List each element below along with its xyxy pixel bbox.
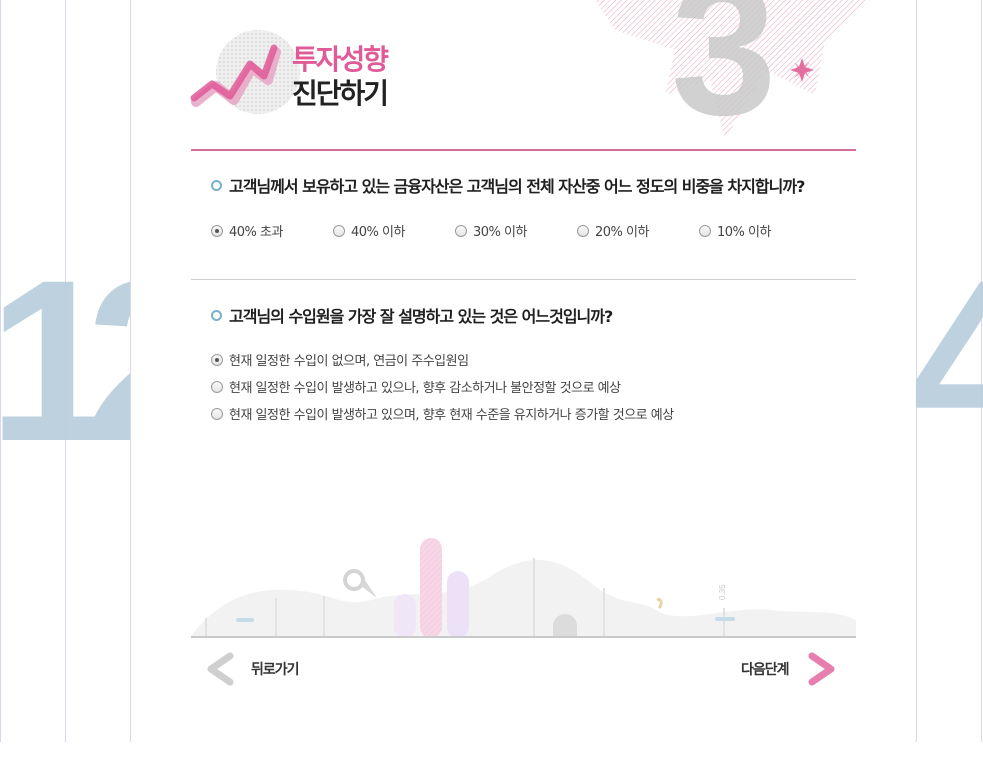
next-label: 다음단계 (741, 662, 790, 678)
q1-option-3[interactable]: 30% 이하 (455, 221, 527, 240)
back-button[interactable]: 뒤로가기 (203, 652, 300, 686)
radio-button[interactable] (333, 224, 345, 237)
option-label: 40% 초과 (229, 225, 283, 240)
radio-button[interactable] (211, 407, 223, 420)
question-2-text: 고객님의 수입원을 가장 잘 설명하고 있는 것은 어느것입니까? (229, 307, 613, 326)
bullet-icon (211, 179, 222, 191)
back-label: 뒤로가기 (251, 662, 300, 678)
radio-button-selected[interactable] (211, 353, 223, 366)
radio-button-selected[interactable] (211, 224, 223, 237)
q1-option-5[interactable]: 10% 이하 (699, 221, 771, 240)
chevron-left-icon (207, 652, 234, 686)
option-label: 30% 이하 (473, 225, 527, 240)
landscape-decoration: 0.35 (191, 538, 856, 638)
bottom-divider (191, 636, 856, 638)
radio-button[interactable] (699, 224, 711, 237)
q1-option-1[interactable]: 40% 초과 (211, 221, 283, 240)
current-step-number: 3 (671, 0, 777, 150)
scene-sign-label: 0.35 (718, 584, 727, 600)
question-1: 고객님께서 보유하고 있는 금융자산은 고객님의 전체 자산중 어느 정도의 비… (211, 173, 805, 197)
q2-option-2[interactable]: 현재 일정한 수입이 발생하고 있으나, 향후 감소하거나 불안정할 것으로 예… (211, 377, 621, 396)
option-label: 현재 일정한 수입이 발생하고 있으며, 향후 현재 수준을 유지하거나 증가할… (229, 408, 674, 423)
q2-option-3[interactable]: 현재 일정한 수입이 발생하고 있으며, 향후 현재 수준을 유지하거나 증가할… (211, 404, 674, 423)
question-divider (191, 279, 856, 280)
previous-steps-number: 12 (0, 250, 130, 470)
chevron-right-icon (808, 652, 835, 686)
option-label: 현재 일정한 수입이 발생하고 있으나, 향후 감소하거나 불안정할 것으로 예… (229, 381, 621, 396)
next-button[interactable]: 다음단계 (741, 652, 839, 686)
radio-button[interactable] (577, 224, 589, 237)
question-1-text: 고객님께서 보유하고 있는 금융자산은 고객님의 전체 자산중 어느 정도의 비… (229, 177, 805, 196)
bullet-icon (211, 309, 222, 321)
option-label: 10% 이하 (717, 225, 771, 240)
q1-option-2[interactable]: 40% 이하 (333, 221, 405, 240)
radio-button[interactable] (455, 224, 467, 237)
option-label: 40% 이하 (351, 225, 405, 240)
radio-button[interactable] (211, 380, 223, 393)
q2-option-1[interactable]: 현재 일정한 수입이 없으며, 연금이 주수입원임 (211, 350, 469, 369)
guide-line (130, 0, 131, 742)
question-2: 고객님의 수입원을 가장 잘 설명하고 있는 것은 어느것입니까? (211, 303, 613, 327)
page-title-line2: 진단하기 (292, 77, 389, 110)
header-divider (191, 149, 856, 151)
page-title-line1: 투자성향 (292, 43, 389, 76)
option-label: 현재 일정한 수입이 없으며, 연금이 주수입원임 (229, 354, 469, 369)
next-step-number: 4 (916, 250, 983, 470)
option-label: 20% 이하 (595, 225, 649, 240)
q1-option-4[interactable]: 20% 이하 (577, 221, 649, 240)
